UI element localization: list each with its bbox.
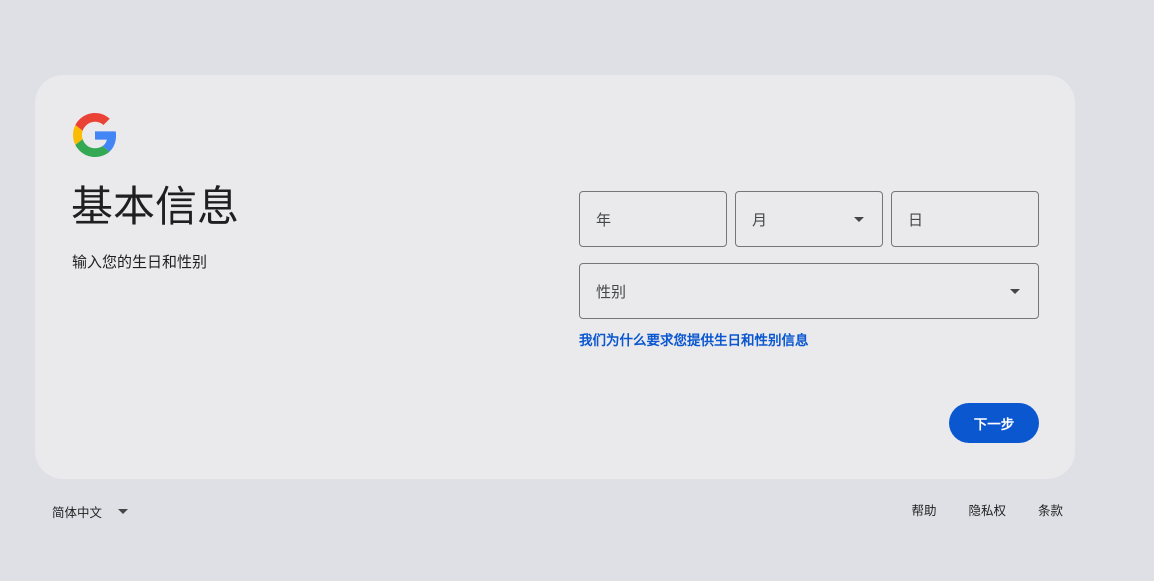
gender-select[interactable]: 性别	[579, 263, 1039, 319]
day-field[interactable]: 日	[891, 191, 1039, 247]
month-select[interactable]: 月	[735, 191, 883, 247]
signup-card: 基本信息 输入您的生日和性别 年 月 日 性别 我们为什么要求您提供生日和性别信…	[35, 75, 1075, 479]
gender-label: 性别	[596, 282, 627, 301]
page-title: 基本信息	[71, 182, 240, 231]
terms-link[interactable]: 条款	[1030, 496, 1071, 526]
next-button[interactable]: 下一步	[949, 403, 1039, 443]
google-logo-icon	[73, 113, 117, 157]
month-label: 月	[752, 210, 768, 229]
year-field[interactable]: 年	[579, 191, 727, 247]
help-link[interactable]: 帮助	[903, 496, 944, 526]
chevron-down-icon	[1010, 288, 1020, 294]
language-selector[interactable]: 简体中文	[44, 496, 136, 526]
day-label: 日	[908, 210, 924, 229]
chevron-down-icon	[118, 508, 129, 514]
footer-links: 帮助 隐私权 条款	[903, 496, 1071, 526]
chevron-down-icon	[854, 216, 864, 222]
why-birthday-gender-link[interactable]: 我们为什么要求您提供生日和性别信息	[579, 329, 809, 349]
privacy-link[interactable]: 隐私权	[960, 496, 1014, 526]
year-label: 年	[596, 210, 612, 229]
page-subtitle: 输入您的生日和性别	[72, 253, 208, 271]
language-label: 简体中文	[52, 504, 103, 520]
